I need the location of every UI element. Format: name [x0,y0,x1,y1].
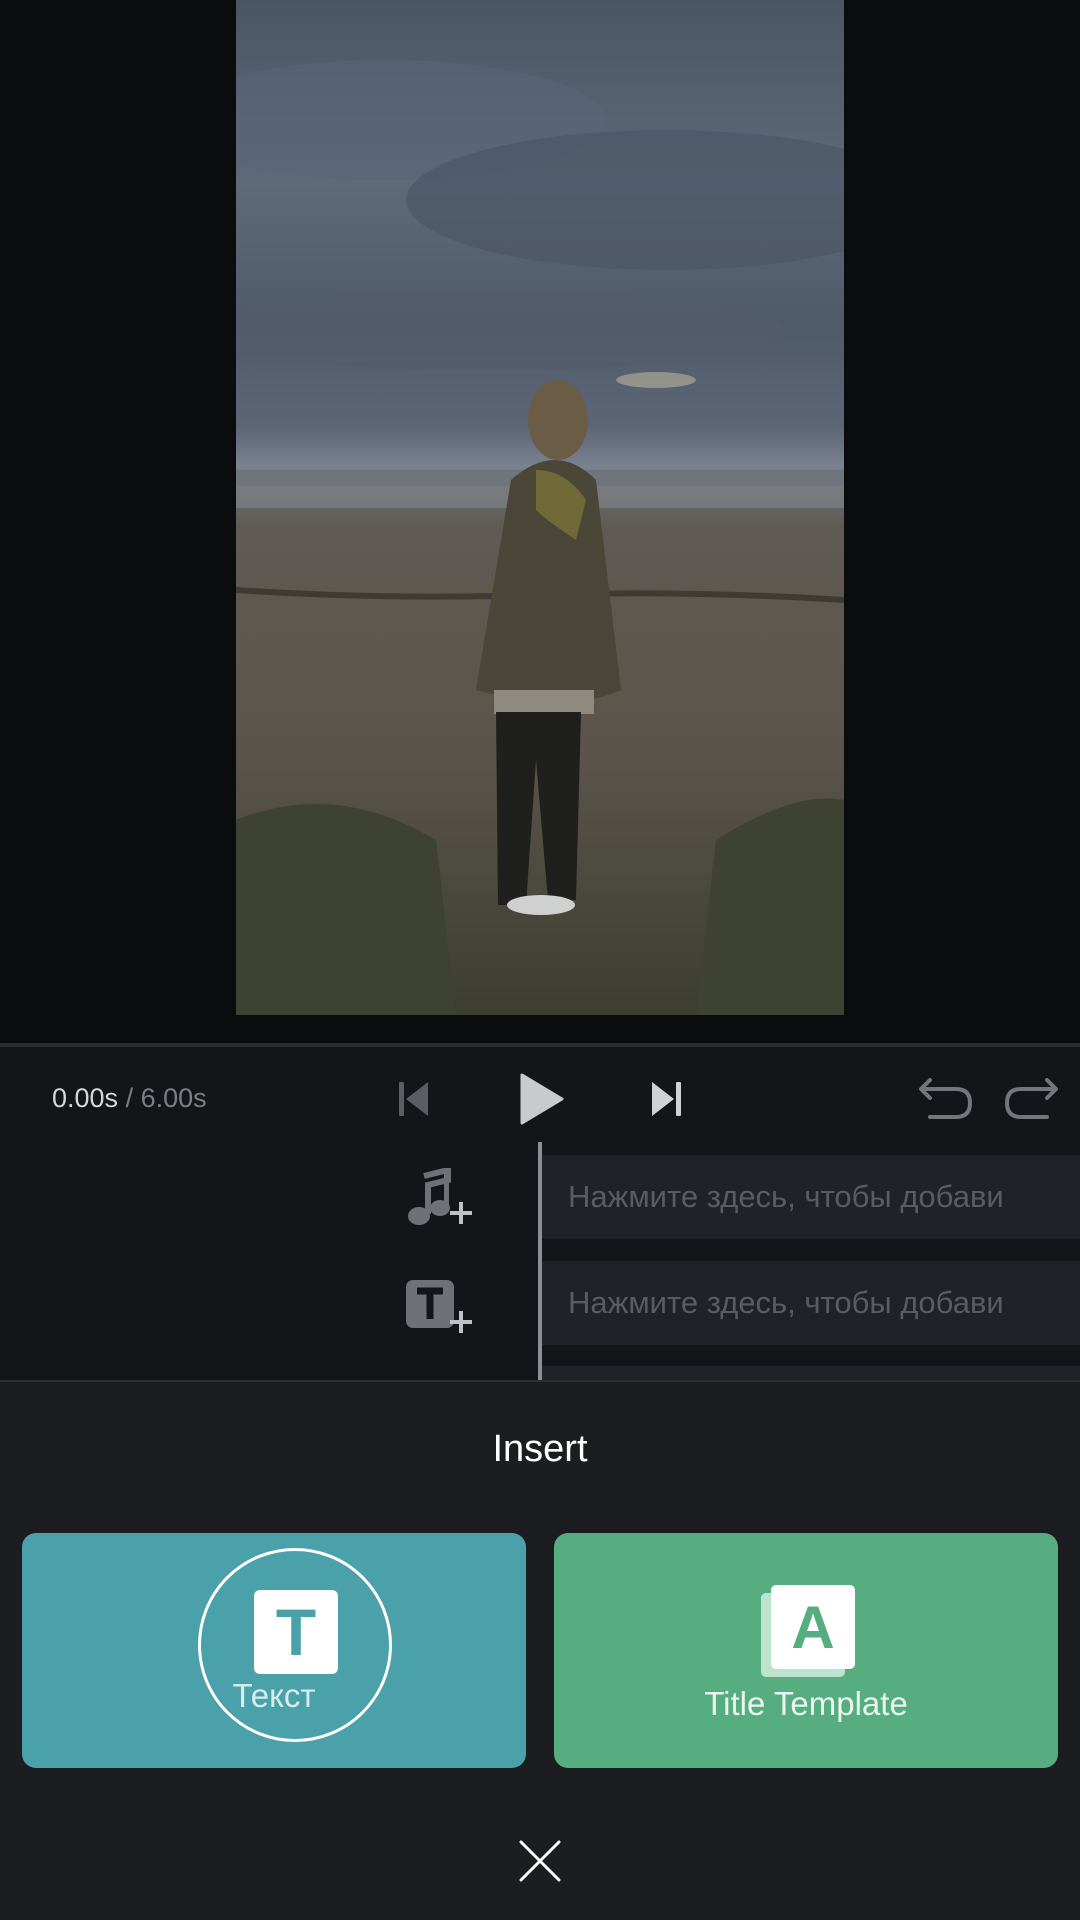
current-time: 0.00s [52,1083,119,1113]
insert-text-option[interactable]: T Текст [22,1533,526,1768]
total-time: 6.00s [140,1083,207,1113]
skip-forward-icon [652,1082,681,1116]
time-separator: / [125,1083,134,1113]
skip-back-icon [399,1082,428,1116]
text-track-placeholder[interactable]: Нажмите здесь, чтобы добави [542,1261,1080,1345]
close-icon [519,1840,561,1882]
redo-button[interactable] [1003,1076,1059,1120]
insert-title-template-option[interactable]: A Title Template [554,1533,1058,1768]
text-option-label: Текст [232,1677,316,1714]
music-track-placeholder[interactable]: Нажмите здесь, чтобы добави [542,1155,1080,1239]
title-template-icon: A [771,1585,855,1669]
add-music-button[interactable] [402,1166,472,1235]
playback-time: 0.00s / 6.00s [52,1083,207,1114]
redo-icon [1004,1078,1058,1119]
play-button[interactable] [518,1072,564,1126]
music-add-icon [408,1166,472,1225]
skip-forward-button[interactable] [650,1080,682,1118]
undo-icon [919,1078,973,1119]
add-text-button[interactable] [404,1278,472,1341]
close-button[interactable] [519,1840,561,1882]
play-icon [520,1073,564,1125]
template-option-label: Title Template [704,1685,908,1722]
text-add-icon [406,1280,472,1333]
sheet-title: Insert [492,1428,588,1470]
extra-track [542,1366,1080,1380]
skip-back-button[interactable] [398,1080,430,1118]
preview-frame[interactable] [236,0,844,1015]
playhead[interactable] [538,1142,542,1380]
video-preview [0,0,1080,1040]
text-icon: T [254,1590,338,1674]
undo-button[interactable] [918,1076,974,1120]
